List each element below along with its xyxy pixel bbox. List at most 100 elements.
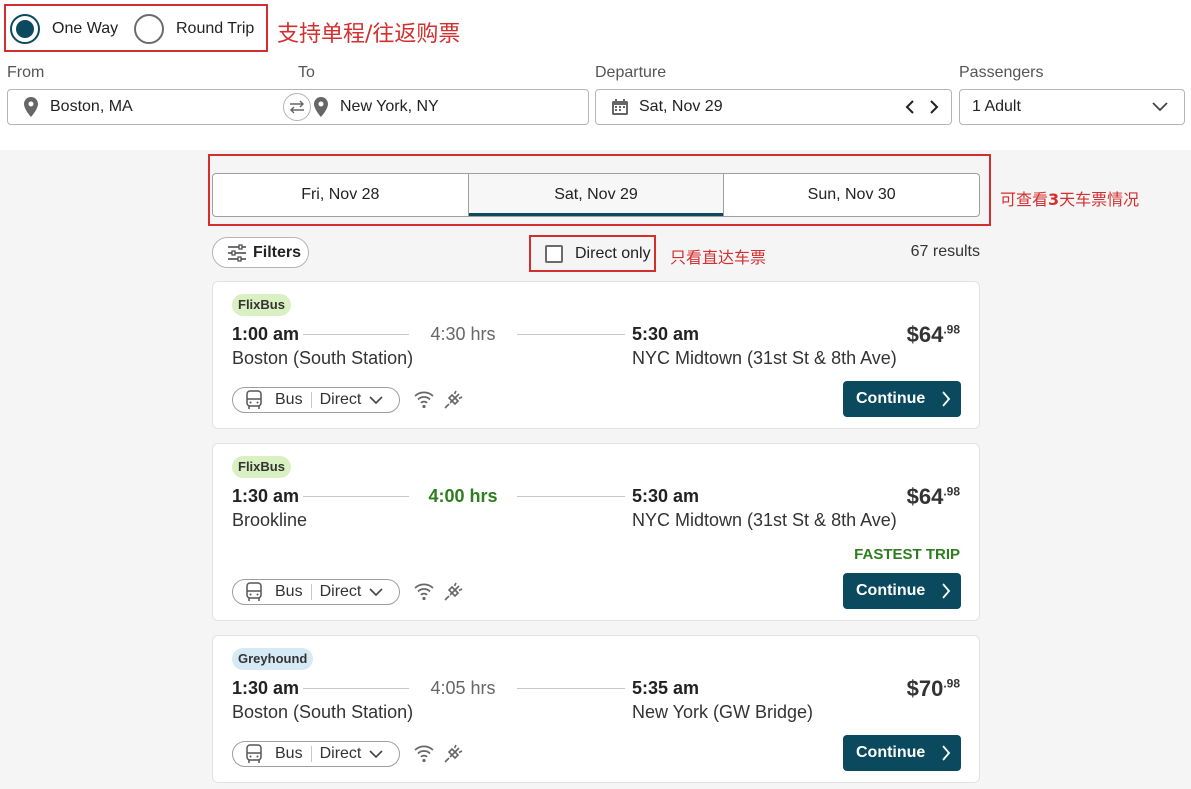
continue-button[interactable]: Continue: [843, 735, 961, 771]
round-trip-radio[interactable]: Round Trip: [134, 14, 254, 44]
arrival-location: NYC Midtown (31st St & 8th Ave): [632, 510, 897, 530]
continue-button[interactable]: Continue: [843, 573, 961, 609]
arrival-location: New York (GW Bridge): [632, 702, 814, 722]
next-date-button[interactable]: [929, 99, 939, 115]
direct-only-checkbox[interactable]: [545, 244, 563, 263]
swap-locations-button[interactable]: [283, 93, 311, 121]
from-label: From: [7, 64, 45, 81]
arrival-time: 5:30 am: [632, 486, 700, 506]
route-line: [517, 334, 625, 335]
date-tab-sun-nov-30[interactable]: Sun, Nov 30: [724, 174, 979, 216]
direct-only-label: Direct only: [575, 244, 651, 262]
trip-type-annotation: 支持单程/往返购票: [277, 22, 461, 47]
filters-label: Filters: [253, 243, 302, 261]
round-trip-label: Round Trip: [176, 20, 255, 37]
date-tab-fri-nov-28[interactable]: Fri, Nov 28: [213, 174, 469, 216]
to-label: To: [298, 64, 315, 81]
one-way-label: One Way: [52, 20, 119, 37]
chevron-down-icon: [369, 395, 383, 405]
trip-duration: 4:00 hrs: [428, 486, 498, 506]
location-pin-icon: [314, 97, 328, 117]
trip-price: $64.98: [906, 322, 960, 347]
route-line: [303, 334, 409, 335]
bus-icon: [245, 390, 263, 410]
departure-location: Boston (South Station): [232, 702, 414, 722]
chevron-right-icon: [930, 100, 939, 114]
carrier-badge: Greyhound: [232, 648, 314, 670]
arrival-time: 5:30 am: [632, 324, 700, 344]
power-outlet-icon: [443, 580, 465, 602]
trip-details-dropdown[interactable]: Bus Direct: [232, 387, 400, 413]
to-input[interactable]: New York, NY: [340, 98, 439, 116]
transport-mode: Bus: [275, 391, 303, 408]
departure-label: Departure: [595, 64, 667, 81]
trip-price: $70.98: [906, 676, 960, 701]
power-outlet-icon: [443, 742, 465, 764]
departure-time: 1:30 am: [232, 678, 300, 698]
date-tabs: Fri, Nov 28 Sat, Nov 29 Sun, Nov 30: [212, 173, 980, 217]
chevron-down-icon: [369, 587, 383, 597]
route-line: [517, 688, 625, 689]
departure-time: 1:00 am: [232, 324, 300, 344]
wifi-icon: [413, 580, 435, 602]
route-type: Direct: [319, 391, 362, 408]
chevron-right-icon: [941, 390, 951, 408]
bus-icon: [245, 582, 263, 602]
carrier-badge: FlixBus: [232, 294, 291, 316]
passengers-select[interactable]: 1 Adult: [959, 89, 1185, 125]
transport-mode: Bus: [275, 583, 303, 600]
date-tabs-annotation: 可查看3天车票情况: [1000, 190, 1140, 209]
trip-details-dropdown[interactable]: Bus Direct: [232, 579, 400, 605]
trip-duration: 4:05 hrs: [430, 678, 496, 698]
date-tab-sat-nov-29[interactable]: Sat, Nov 29: [468, 174, 725, 216]
departure-date-field[interactable]: Sat, Nov 29: [595, 89, 952, 125]
transport-mode: Bus: [275, 745, 303, 762]
fastest-trip-badge: FASTEST TRIP: [854, 546, 960, 563]
trip-card: Greyhound 1:30 am 4:05 hrs 5:35 am Bosto…: [212, 635, 980, 783]
passengers-label: Passengers: [959, 64, 1044, 81]
wifi-icon: [413, 388, 435, 410]
search-header: One Way Round Trip 支持单程/往返购票 From To Dep…: [0, 0, 1191, 150]
from-input[interactable]: Boston, MA: [50, 98, 280, 116]
arrival-location: NYC Midtown (31st St & 8th Ave): [632, 348, 897, 368]
chevron-right-icon: [941, 744, 951, 762]
route-type: Direct: [319, 583, 362, 600]
filters-button[interactable]: Filters: [212, 237, 309, 268]
trip-type-toggle: One Way Round Trip: [4, 4, 268, 52]
filters-sliders-icon: [227, 243, 247, 262]
route-type: Direct: [319, 745, 362, 762]
arrival-time: 5:35 am: [632, 678, 700, 698]
carrier-badge: FlixBus: [232, 456, 291, 478]
trip-duration: 4:30 hrs: [430, 324, 496, 344]
radio-circle-icon: [134, 14, 164, 44]
trip-price: $64.98: [906, 484, 960, 509]
chevron-right-icon: [941, 582, 951, 600]
wifi-icon: [413, 742, 435, 764]
power-outlet-icon: [443, 388, 465, 410]
results-count: 67 results: [910, 243, 980, 260]
previous-date-button[interactable]: [905, 99, 915, 115]
chevron-left-icon: [905, 100, 914, 114]
route-line: [303, 496, 409, 497]
direct-only-toggle[interactable]: Direct only: [529, 235, 656, 272]
departure-location: Brookline: [232, 510, 308, 530]
direct-only-annotation: 只看直达车票: [670, 248, 767, 267]
radio-circle-icon: [10, 14, 40, 44]
departure-date-value: Sat, Nov 29: [639, 98, 723, 115]
route-line: [517, 496, 625, 497]
trip-card: FlixBus 1:30 am 4:00 hrs 5:30 am Brookli…: [212, 443, 980, 621]
departure-time: 1:30 am: [232, 486, 300, 506]
route-line: [303, 688, 409, 689]
passengers-value: 1 Adult: [972, 98, 1021, 115]
location-pin-icon: [24, 97, 38, 117]
swap-arrows-icon: [290, 100, 304, 114]
trip-details-dropdown[interactable]: Bus Direct: [232, 741, 400, 767]
trip-card: FlixBus 1:00 am 4:30 hrs 5:30 am Boston …: [212, 281, 980, 429]
one-way-radio[interactable]: One Way: [10, 14, 118, 44]
calendar-icon: [611, 98, 629, 116]
continue-button[interactable]: Continue: [843, 381, 961, 417]
bus-icon: [245, 744, 263, 764]
chevron-down-icon: [1152, 102, 1168, 112]
departure-location: Boston (South Station): [232, 348, 414, 368]
chevron-down-icon: [369, 749, 383, 759]
